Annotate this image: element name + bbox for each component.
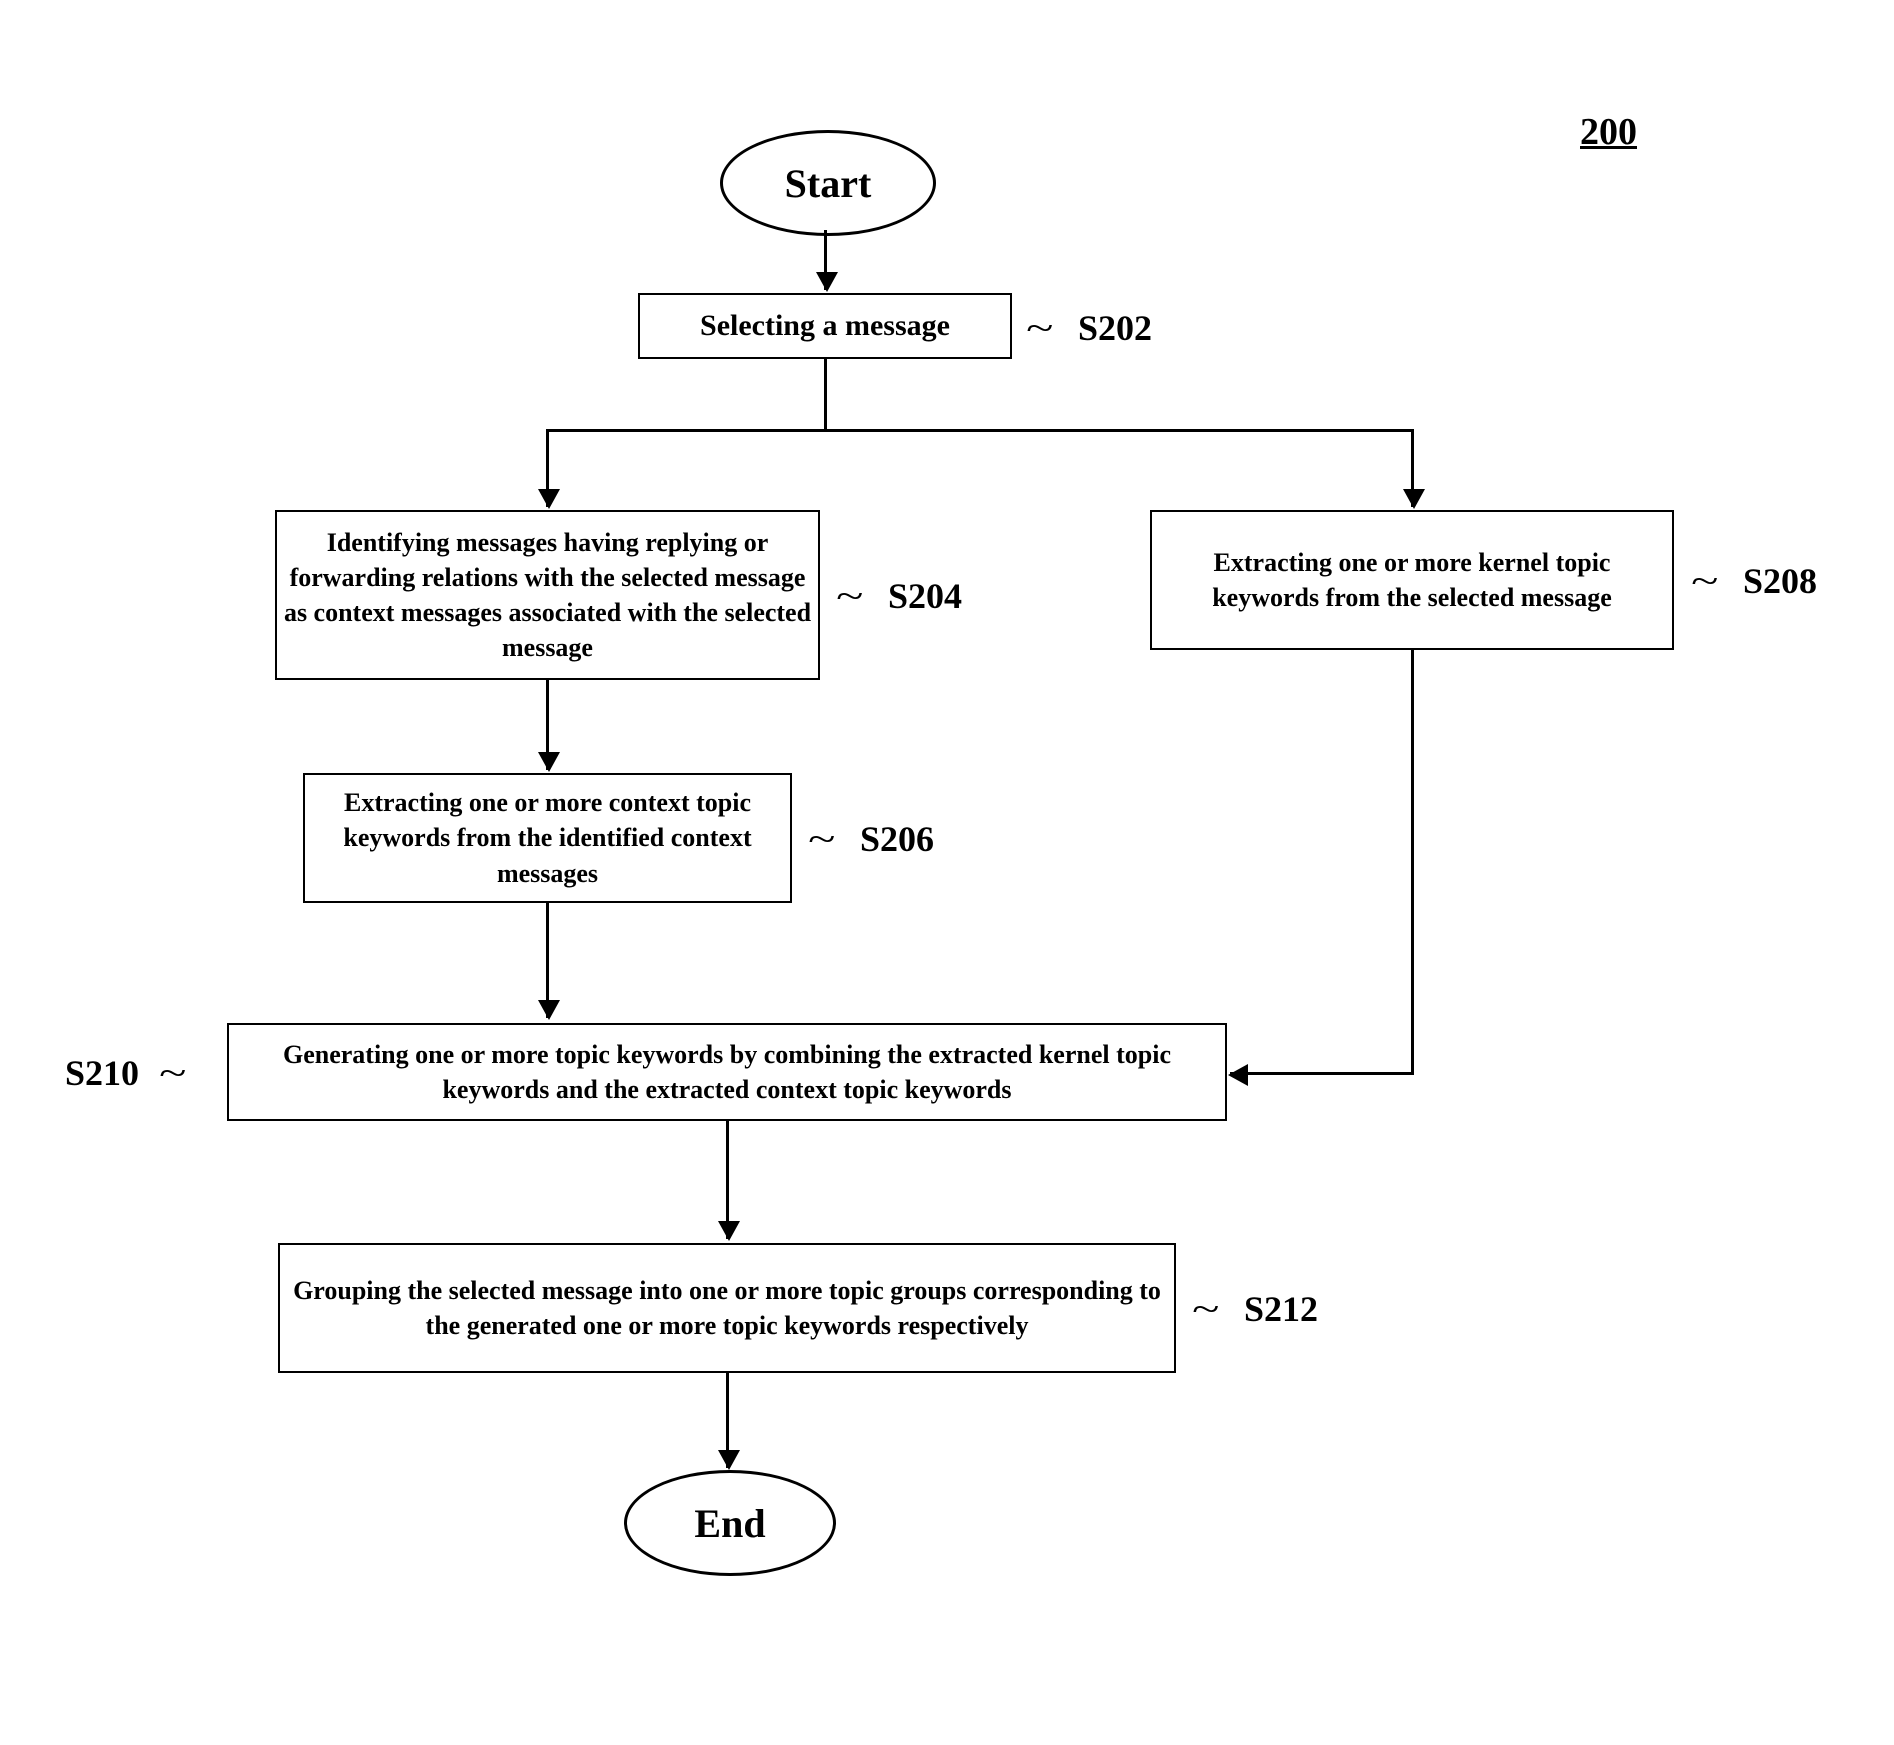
arrow-s210-to-s212 — [726, 1121, 729, 1239]
arrow-s204-to-s206 — [546, 680, 549, 770]
figure-label: 200 — [1580, 110, 1637, 154]
step-label-s206: S206 — [860, 818, 934, 860]
connector-line — [1411, 650, 1414, 1074]
step-s202: Selecting a message — [638, 293, 1012, 359]
arrow-to-s204 — [546, 429, 549, 507]
connector-tilde-icon: ~ — [1192, 1288, 1219, 1330]
arrow-s208-to-s210 — [1230, 1072, 1414, 1075]
connector-tilde-icon: ~ — [1026, 307, 1053, 349]
end-terminal: End — [624, 1470, 836, 1576]
connector-tilde-icon: ~ — [808, 818, 835, 860]
connector-tilde-icon: ~ — [159, 1052, 186, 1094]
arrow-to-s208 — [1411, 429, 1414, 507]
step-s208: Extracting one or more kernel topic keyw… — [1150, 510, 1674, 650]
arrow-start-to-s202 — [824, 230, 827, 290]
step-s212: Grouping the selected message into one o… — [278, 1243, 1176, 1373]
step-label-s208: S208 — [1743, 560, 1817, 602]
step-label-s212: S212 — [1244, 1288, 1318, 1330]
step-label-s204: S204 — [888, 575, 962, 617]
step-label-s202: S202 — [1078, 307, 1152, 349]
arrow-s212-to-end — [726, 1373, 729, 1468]
step-s204: Identifying messages having replying or … — [275, 510, 820, 680]
step-s206: Extracting one or more context topic key… — [303, 773, 792, 903]
step-s210: Generating one or more topic keywords by… — [227, 1023, 1227, 1121]
connector-line — [546, 429, 1414, 432]
start-terminal: Start — [720, 130, 936, 236]
connector-tilde-icon: ~ — [836, 575, 863, 617]
step-label-s210: S210 — [65, 1052, 139, 1094]
arrow-s206-to-s210 — [546, 903, 549, 1018]
connector-tilde-icon: ~ — [1691, 560, 1718, 602]
connector-line — [824, 359, 827, 429]
